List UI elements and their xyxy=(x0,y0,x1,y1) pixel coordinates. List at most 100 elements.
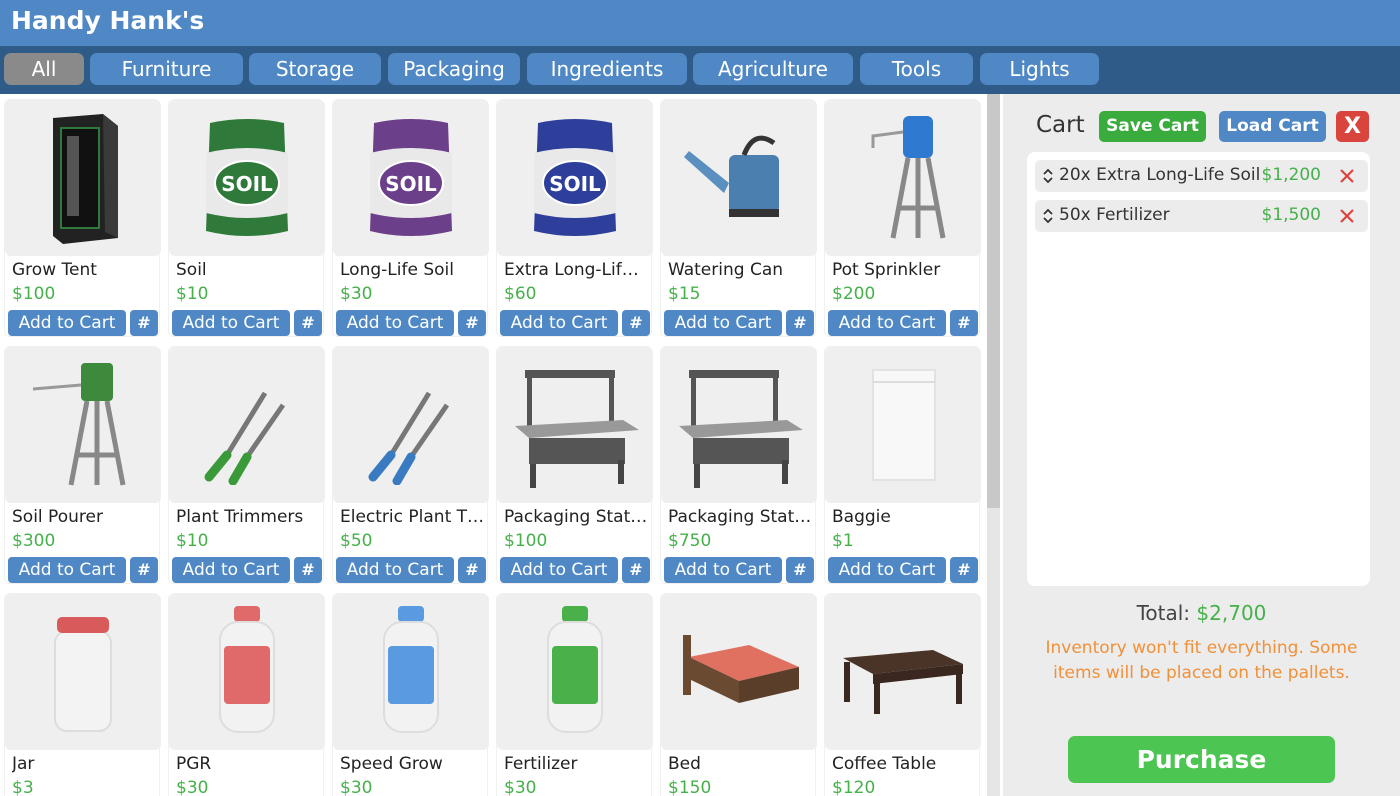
product-card[interactable]: Speed Grow$30Add to Cart# xyxy=(332,593,489,796)
remove-item-icon[interactable] xyxy=(1338,207,1356,225)
product-card[interactable]: Packaging Stat… $750 Add to Cart # xyxy=(660,346,817,584)
add-to-cart-button[interactable]: Add to Cart xyxy=(500,557,618,583)
product-price: $30 xyxy=(176,778,209,796)
product-price: $100 xyxy=(504,531,548,551)
tab-all[interactable]: All xyxy=(4,53,84,85)
product-name: Coffee Table xyxy=(832,754,937,774)
product-price: $3 xyxy=(12,778,34,796)
remove-item-icon[interactable] xyxy=(1338,167,1356,185)
load-cart-button[interactable]: Load Cart xyxy=(1219,111,1326,142)
tab-packaging[interactable]: Packaging xyxy=(388,53,520,85)
quantity-button[interactable]: # xyxy=(458,310,486,336)
add-to-cart-button[interactable]: Add to Cart xyxy=(664,310,782,336)
product-price: $1 xyxy=(832,531,854,551)
bottle-icon xyxy=(333,594,489,750)
product-name: Long-Life Soil xyxy=(340,260,454,280)
soil-bag-icon: SOIL xyxy=(497,100,653,256)
grow-tent-icon xyxy=(5,100,161,256)
add-to-cart-button[interactable]: Add to Cart xyxy=(828,310,946,336)
product-card[interactable]: Plant Trimmers $10 Add to Cart # xyxy=(168,346,325,584)
cart-title: Cart xyxy=(1036,112,1085,138)
product-card[interactable]: Packaging Stat… $100 Add to Cart # xyxy=(496,346,653,584)
quantity-button[interactable]: # xyxy=(294,310,322,336)
item-grid-scrollbar[interactable] xyxy=(987,94,1000,796)
quantity-button[interactable]: # xyxy=(130,310,158,336)
quantity-button[interactable]: # xyxy=(130,557,158,583)
quantity-button[interactable]: # xyxy=(458,557,486,583)
add-to-cart-button[interactable]: Add to Cart xyxy=(500,310,618,336)
quantity-button[interactable]: # xyxy=(786,557,814,583)
add-to-cart-button[interactable]: Add to Cart xyxy=(8,557,126,583)
product-card[interactable]: Bed$150Add to Cart# xyxy=(660,593,817,796)
quantity-button[interactable]: # xyxy=(622,557,650,583)
product-card[interactable]: Baggie $1 Add to Cart # xyxy=(824,346,981,584)
product-card[interactable]: SOIL Soil $10 Add to Cart # xyxy=(168,99,325,337)
purchase-button[interactable]: Purchase xyxy=(1068,736,1335,783)
product-card[interactable]: Pot Sprinkler $200 Add to Cart # xyxy=(824,99,981,337)
product-card[interactable]: Watering Can $15 Add to Cart # xyxy=(660,99,817,337)
product-name: Jar xyxy=(12,754,35,774)
product-price: $30 xyxy=(340,778,373,796)
quantity-chevron-icon[interactable] xyxy=(1041,206,1055,226)
pot-sprinkler-icon xyxy=(825,100,981,256)
add-to-cart-button[interactable]: Add to Cart xyxy=(8,310,126,336)
svg-text:SOIL: SOIL xyxy=(221,172,273,196)
quantity-button[interactable]: # xyxy=(786,310,814,336)
product-card[interactable]: Electric Plant T… $50 Add to Cart # xyxy=(332,346,489,584)
product-price: $120 xyxy=(832,778,876,796)
tab-ingredients[interactable]: Ingredients xyxy=(527,53,687,85)
product-card[interactable]: SOIL Long-Life Soil $30 Add to Cart # xyxy=(332,99,489,337)
quantity-button[interactable]: # xyxy=(950,310,978,336)
product-price: $10 xyxy=(176,531,209,551)
category-tab-bar: All Furniture Storage Packaging Ingredie… xyxy=(0,46,1400,94)
product-card[interactable]: Coffee Table$120Add to Cart# xyxy=(824,593,981,796)
product-name: PGR xyxy=(176,754,212,774)
product-price: $10 xyxy=(176,284,209,304)
product-card[interactable]: Soil Pourer $300 Add to Cart # xyxy=(4,346,161,584)
watering-can-icon xyxy=(661,100,817,256)
add-to-cart-button[interactable]: Add to Cart xyxy=(172,310,290,336)
cart-item[interactable]: 20x Extra Long-Life Soil $1,200 xyxy=(1035,160,1368,192)
product-price: $15 xyxy=(668,284,701,304)
add-to-cart-button[interactable]: Add to Cart xyxy=(828,557,946,583)
tab-lights[interactable]: Lights xyxy=(980,53,1099,85)
save-cart-button[interactable]: Save Cart xyxy=(1099,111,1206,142)
add-to-cart-button[interactable]: Add to Cart xyxy=(172,557,290,583)
product-card[interactable]: Grow Tent $100 Add to Cart # xyxy=(4,99,161,337)
product-name: Plant Trimmers xyxy=(176,507,304,527)
coffee-table-icon xyxy=(825,594,981,750)
product-card[interactable]: Fertilizer$30Add to Cart# xyxy=(496,593,653,796)
product-name: Soil Pourer xyxy=(12,507,103,527)
shop-title: Handy Hank's xyxy=(11,6,205,35)
product-name: Speed Grow xyxy=(340,754,443,774)
product-price: $200 xyxy=(832,284,876,304)
title-bar: Handy Hank's xyxy=(0,0,1400,46)
cart-list: 20x Extra Long-Life Soil $1,200 50x Fert… xyxy=(1027,152,1370,586)
close-cart-button[interactable]: X xyxy=(1336,111,1369,142)
scrollbar-thumb[interactable] xyxy=(987,94,1000,508)
product-name: Soil xyxy=(176,260,207,280)
add-to-cart-button[interactable]: Add to Cart xyxy=(336,310,454,336)
tab-agriculture[interactable]: Agriculture xyxy=(693,53,853,85)
tab-tools[interactable]: Tools xyxy=(860,53,973,85)
quantity-chevron-icon[interactable] xyxy=(1041,166,1055,186)
add-to-cart-button[interactable]: Add to Cart xyxy=(664,557,782,583)
product-card[interactable]: Jar$3Add to Cart# xyxy=(4,593,161,796)
quantity-button[interactable]: # xyxy=(622,310,650,336)
tab-furniture[interactable]: Furniture xyxy=(90,53,243,85)
cart-item-amount: $1,200 xyxy=(1261,165,1321,185)
add-to-cart-button[interactable]: Add to Cart xyxy=(336,557,454,583)
cart-total: Total: $2,700 xyxy=(1003,601,1400,625)
product-name: Packaging Stat… xyxy=(504,507,648,527)
cart-item[interactable]: 50x Fertilizer $1,500 xyxy=(1035,200,1368,232)
product-name: Electric Plant T… xyxy=(340,507,485,527)
product-price: $50 xyxy=(340,531,373,551)
cart-panel: Cart Save Cart Load Cart X 20x Extra Lon… xyxy=(1003,94,1400,796)
quantity-button[interactable]: # xyxy=(950,557,978,583)
product-name: Baggie xyxy=(832,507,891,527)
product-card[interactable]: PGR$30Add to Cart# xyxy=(168,593,325,796)
product-card[interactable]: SOIL Extra Long-Lif… $60 Add to Cart # xyxy=(496,99,653,337)
quantity-button[interactable]: # xyxy=(294,557,322,583)
tab-storage[interactable]: Storage xyxy=(249,53,381,85)
cart-item-label: 50x Fertilizer xyxy=(1059,205,1170,225)
